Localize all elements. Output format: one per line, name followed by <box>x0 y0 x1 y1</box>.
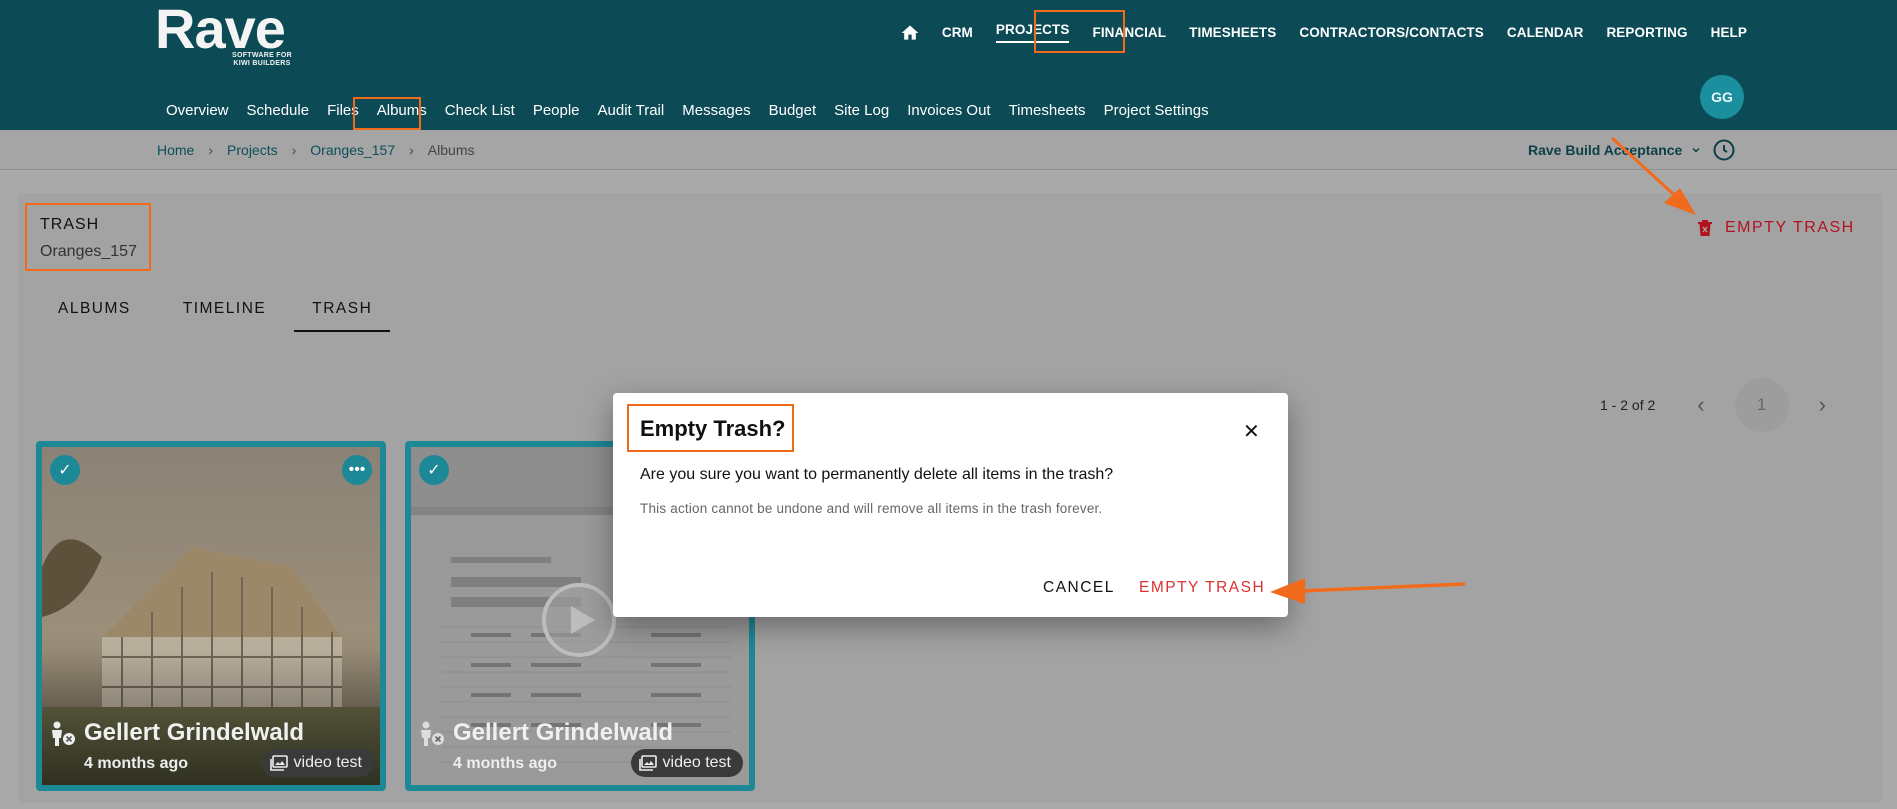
rave-logo[interactable]: Rave SOFTWARE FOR KIWI BUILDERS <box>155 0 292 67</box>
selected-check-icon[interactable]: ✓ <box>419 455 449 485</box>
cancel-button[interactable]: CANCEL <box>1043 579 1115 597</box>
top-navigation-bar: Rave SOFTWARE FOR KIWI BUILDERS CRM PROJ… <box>0 0 1897 130</box>
breadcrumb-current: Albums <box>427 142 475 158</box>
item-owner-name: Gellert Grindelwald <box>84 719 305 746</box>
trash-item-card[interactable]: ✓ ••• Gellert Grindelwald 4 months ago v… <box>36 441 386 791</box>
dialog-question: Are you sure you want to permanently del… <box>640 466 1114 483</box>
empty-trash-button[interactable]: EMPTY TRASH <box>1697 219 1855 237</box>
breadcrumb: Home › Projects › Oranges_157 › Albums <box>157 142 474 158</box>
empty-trash-dialog: Empty Trash? ✕ Are you sure you want to … <box>613 393 1288 617</box>
breadcrumb-bar: Home › Projects › Oranges_157 › Albums R… <box>0 130 1897 170</box>
item-owner-name: Gellert Grindelwald <box>453 719 674 746</box>
subnav-messages[interactable]: Messages <box>682 102 750 119</box>
logo-tagline-line2: KIWI BUILDERS <box>233 60 291 67</box>
album-badge: video test <box>630 749 743 777</box>
album-badge-label: video test <box>293 754 362 771</box>
more-options-icon[interactable]: ••• <box>342 455 372 485</box>
nav-item-crm[interactable]: CRM <box>942 25 973 40</box>
close-icon[interactable]: ✕ <box>1243 419 1260 444</box>
breadcrumb-separator: › <box>208 142 214 158</box>
subnav-invoices-out[interactable]: Invoices Out <box>907 102 990 119</box>
chevron-left-icon[interactable]: ‹ <box>1697 392 1704 418</box>
breadcrumb-home[interactable]: Home <box>157 142 194 158</box>
trash-bin-icon <box>1698 220 1712 236</box>
selected-check-icon[interactable]: ✓ <box>50 455 80 485</box>
page-number[interactable]: 1 <box>1734 378 1789 432</box>
person-removed-icon <box>421 721 444 746</box>
annotation-box-projects <box>1034 10 1125 53</box>
item-age: 4 months ago <box>453 755 558 772</box>
company-selector[interactable]: Rave Build Acceptance <box>1528 142 1702 158</box>
project-sub-nav: Overview Schedule Files Albums Check Lis… <box>166 102 1227 119</box>
tab-timeline[interactable]: TIMELINE <box>165 300 284 332</box>
subnav-schedule[interactable]: Schedule <box>247 102 310 119</box>
company-selector-value: Rave Build Acceptance <box>1528 142 1683 158</box>
subnav-budget[interactable]: Budget <box>769 102 817 119</box>
logo-wordmark: Rave <box>155 0 286 60</box>
album-tabs: ALBUMS TIMELINE TRASH <box>40 300 391 332</box>
main-nav: CRM PROJECTS FINANCIAL TIMESHEETS CONTRA… <box>900 22 1747 43</box>
tab-trash[interactable]: TRASH <box>294 300 391 332</box>
subnav-site-log[interactable]: Site Log <box>834 102 889 119</box>
subnav-overview[interactable]: Overview <box>166 102 229 119</box>
photo-album-icon <box>638 755 657 771</box>
empty-trash-label: EMPTY TRASH <box>1725 219 1855 236</box>
annotation-box-title <box>25 203 151 271</box>
tab-albums[interactable]: ALBUMS <box>40 300 149 332</box>
breadcrumb-projects[interactable]: Projects <box>227 142 278 158</box>
nav-item-help[interactable]: HELP <box>1711 25 1747 40</box>
dialog-title: Empty Trash? <box>640 416 786 441</box>
pagination: 1 - 2 of 2 ‹ 1 › <box>1600 378 1826 432</box>
photo-album-icon <box>269 755 288 771</box>
subnav-people[interactable]: People <box>533 102 580 119</box>
album-badge: video test <box>261 749 374 777</box>
breadcrumb-separator: › <box>409 142 414 158</box>
chevron-down-icon <box>1692 147 1700 153</box>
confirm-empty-trash-button[interactable]: EMPTY TRASH <box>1139 579 1265 597</box>
nav-item-reporting[interactable]: REPORTING <box>1606 25 1687 40</box>
dialog-note: This action cannot be undone and will re… <box>640 501 1103 516</box>
annotation-box-albums <box>353 97 421 130</box>
subnav-project-settings[interactable]: Project Settings <box>1104 102 1209 119</box>
chevron-right-icon[interactable]: › <box>1819 392 1826 418</box>
item-age: 4 months ago <box>84 755 189 772</box>
pagination-range: 1 - 2 of 2 <box>1600 397 1656 413</box>
user-avatar[interactable]: GG <box>1700 75 1744 119</box>
home-icon[interactable] <box>900 23 920 43</box>
album-badge-label: video test <box>662 754 731 771</box>
subnav-check-list[interactable]: Check List <box>445 102 515 119</box>
play-video-icon[interactable] <box>541 582 617 658</box>
breadcrumb-separator: › <box>291 142 297 158</box>
nav-item-contractors-contacts[interactable]: CONTRACTORS/CONTACTS <box>1299 25 1484 40</box>
history-clock-icon[interactable] <box>1712 138 1736 162</box>
logo-tagline: SOFTWARE FOR KIWI BUILDERS <box>227 52 297 68</box>
person-removed-icon <box>52 721 75 746</box>
logo-tagline-line1: SOFTWARE FOR <box>232 52 292 59</box>
nav-item-timesheets[interactable]: TIMESHEETS <box>1189 25 1276 40</box>
subnav-timesheets[interactable]: Timesheets <box>1009 102 1086 119</box>
breadcrumb-project[interactable]: Oranges_157 <box>310 142 395 158</box>
subnav-audit-trail[interactable]: Audit Trail <box>598 102 665 119</box>
nav-item-calendar[interactable]: CALENDAR <box>1507 25 1584 40</box>
